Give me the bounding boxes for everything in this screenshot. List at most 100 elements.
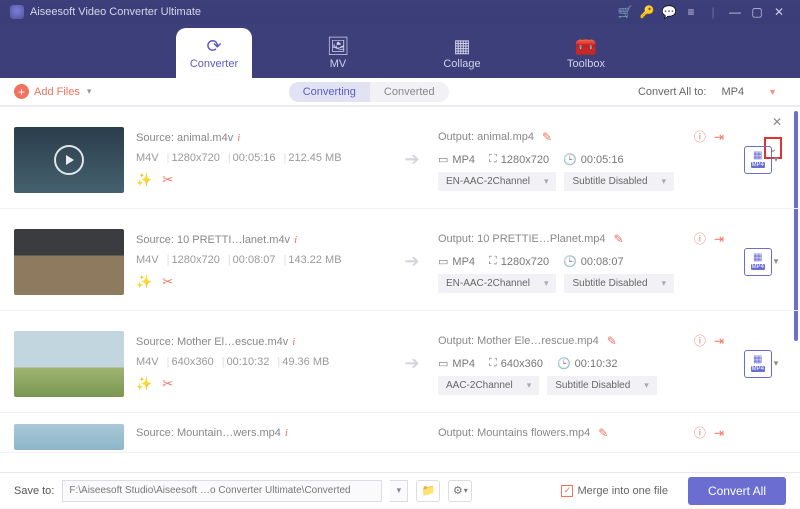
output-label: Output: Mountains flowers.mp4 bbox=[438, 427, 590, 439]
output-duration: 00:05:16 bbox=[581, 154, 624, 166]
output-label: Output: Mother Ele…rescue.mp4 bbox=[438, 335, 599, 347]
source-duration: 00:08:07 bbox=[226, 254, 276, 266]
compress-icon[interactable]: ⇥ bbox=[714, 232, 724, 246]
cut-icon[interactable]: ✂ bbox=[162, 172, 173, 188]
tab-converter[interactable]: ⟳ Converter bbox=[176, 28, 252, 78]
tab-collage[interactable]: ▦ Collage bbox=[424, 28, 500, 78]
play-icon bbox=[54, 145, 84, 175]
path-dropdown-icon[interactable]: ▾ bbox=[390, 480, 408, 502]
merge-checkbox[interactable]: ✓ Merge into one file bbox=[561, 485, 668, 497]
source-label: Source: 10 PRETTI…lanet.m4v bbox=[136, 234, 290, 246]
thumbnail[interactable] bbox=[14, 127, 124, 193]
maximize-icon[interactable]: ▢ bbox=[746, 6, 768, 18]
info-icon[interactable]: i bbox=[294, 234, 297, 246]
file-item: ✕ ⌄ Source: animal.m4vi M4V 1280x720 00:… bbox=[0, 107, 800, 209]
audio-track-dropdown[interactable]: AAC-2Channel bbox=[438, 376, 539, 395]
info2-icon[interactable]: ⓘ bbox=[694, 230, 706, 247]
source-size: 49.36 MB bbox=[275, 356, 329, 368]
source-format: M4V bbox=[136, 152, 159, 164]
edit-wand-icon[interactable]: ✨ bbox=[136, 376, 152, 392]
convert-all-button[interactable]: Convert All bbox=[688, 477, 786, 505]
tab-mv[interactable]: 🖼 MV bbox=[300, 28, 376, 78]
remove-item-button[interactable]: ✕ bbox=[772, 115, 782, 129]
source-size: 143.22 MB bbox=[282, 254, 342, 266]
file-list[interactable]: ✕ ⌄ Source: animal.m4vi M4V 1280x720 00:… bbox=[0, 106, 800, 472]
convert-all-format-dropdown[interactable]: MP4 ▼ bbox=[712, 82, 786, 102]
key-icon[interactable]: 🔑 bbox=[636, 6, 658, 18]
convert-all-to: Convert All to: MP4 ▼ bbox=[638, 82, 786, 102]
cut-icon[interactable]: ✂ bbox=[162, 274, 173, 290]
rename-icon[interactable]: ✎ bbox=[598, 426, 608, 440]
output-duration: 00:10:32 bbox=[575, 358, 618, 370]
file-icon: ▭ bbox=[438, 153, 448, 166]
output-format: MP4 bbox=[452, 358, 475, 370]
title-bar: Aiseesoft Video Converter Ultimate 🛒 🔑 💬… bbox=[0, 0, 800, 24]
save-path-field[interactable]: F:\Aiseesoft Studio\Aiseesoft …o Convert… bbox=[62, 480, 382, 502]
toolbox-icon: 🧰 bbox=[575, 37, 597, 55]
info-icon[interactable]: i bbox=[292, 336, 295, 348]
arrow-icon: ➔ bbox=[398, 353, 426, 374]
rename-icon[interactable]: ✎ bbox=[607, 334, 617, 348]
rename-icon[interactable]: ✎ bbox=[542, 130, 552, 144]
compress-icon[interactable]: ⇥ bbox=[714, 334, 724, 348]
output-format-button[interactable]: ▦MP4 bbox=[744, 248, 772, 276]
thumbnail[interactable] bbox=[14, 424, 124, 450]
subtitle-dropdown[interactable]: Subtitle Disabled bbox=[564, 172, 674, 191]
menu-icon[interactable]: ≡ bbox=[680, 6, 702, 18]
edit-wand-icon[interactable]: ✨ bbox=[136, 274, 152, 290]
format-dropdown-icon[interactable]: ▾ bbox=[774, 256, 779, 267]
open-folder-button[interactable]: 📁 bbox=[416, 480, 440, 502]
output-format-button[interactable]: ▦MP4 bbox=[744, 350, 772, 378]
audio-track-dropdown[interactable]: EN-AAC-2Channel bbox=[438, 172, 556, 191]
output-format-button[interactable]: ▦MP4 bbox=[744, 146, 772, 174]
subtitle-dropdown[interactable]: Subtitle Disabled bbox=[564, 274, 674, 293]
file-icon: ▭ bbox=[438, 255, 448, 268]
output-resolution: 640x360 bbox=[501, 358, 543, 370]
source-duration: 00:05:16 bbox=[226, 152, 276, 164]
audio-track-dropdown[interactable]: EN-AAC-2Channel bbox=[438, 274, 556, 293]
add-files-button[interactable]: + Add Files ▾ bbox=[14, 84, 91, 99]
output-duration: 00:08:07 bbox=[581, 256, 624, 268]
minimize-icon[interactable]: — bbox=[724, 6, 746, 18]
thumbnail[interactable] bbox=[14, 229, 124, 295]
compress-icon[interactable]: ⇥ bbox=[714, 426, 724, 440]
app-logo-icon bbox=[10, 5, 24, 19]
info2-icon[interactable]: ⓘ bbox=[694, 128, 706, 145]
cut-icon[interactable]: ✂ bbox=[162, 376, 173, 392]
save-to-label: Save to: bbox=[14, 485, 54, 497]
tab-toolbox[interactable]: 🧰 Toolbox bbox=[548, 28, 624, 78]
output-resolution: 1280x720 bbox=[501, 256, 549, 268]
clock-icon: 🕒 bbox=[563, 153, 577, 166]
clock-icon: 🕒 bbox=[557, 357, 571, 370]
seg-converting[interactable]: Converting bbox=[289, 82, 370, 102]
format-dropdown-icon[interactable]: ▾ bbox=[774, 358, 779, 369]
format-dropdown-icon[interactable]: ▾ bbox=[774, 154, 779, 165]
file-item: Source: Mountain…wers.mp4i Output: Mount… bbox=[0, 413, 800, 453]
rename-icon[interactable]: ✎ bbox=[614, 232, 624, 246]
cart-icon[interactable]: 🛒 bbox=[614, 6, 636, 18]
bottom-bar: Save to: F:\Aiseesoft Studio\Aiseesoft …… bbox=[0, 472, 800, 508]
resolution-icon: ⛶ bbox=[489, 153, 497, 166]
resolution-icon: ⛶ bbox=[489, 357, 497, 370]
converter-icon: ⟳ bbox=[206, 37, 221, 55]
source-duration: 00:10:32 bbox=[220, 356, 270, 368]
subtitle-dropdown[interactable]: Subtitle Disabled bbox=[547, 376, 657, 395]
main-tabs: ⟳ Converter 🖼 MV ▦ Collage 🧰 Toolbox bbox=[0, 24, 800, 78]
seg-converted[interactable]: Converted bbox=[370, 82, 449, 102]
compress-icon[interactable]: ⇥ bbox=[714, 130, 724, 144]
edit-wand-icon[interactable]: ✨ bbox=[136, 172, 152, 188]
thumbnail[interactable] bbox=[14, 331, 124, 397]
info-icon[interactable]: i bbox=[285, 427, 288, 439]
settings-button[interactable]: ⚙▾ bbox=[448, 480, 472, 502]
mv-icon: 🖼 bbox=[327, 37, 350, 55]
source-format: M4V bbox=[136, 254, 159, 266]
output-format: MP4 bbox=[452, 256, 475, 268]
collage-icon: ▦ bbox=[453, 37, 470, 55]
feedback-icon[interactable]: 💬 bbox=[658, 6, 680, 18]
info2-icon[interactable]: ⓘ bbox=[694, 332, 706, 349]
info2-icon[interactable]: ⓘ bbox=[694, 424, 706, 441]
close-icon[interactable]: ✕ bbox=[768, 6, 790, 18]
info-icon[interactable]: i bbox=[237, 132, 240, 144]
source-size: 212.45 MB bbox=[282, 152, 342, 164]
app-title: Aiseesoft Video Converter Ultimate bbox=[30, 6, 201, 18]
